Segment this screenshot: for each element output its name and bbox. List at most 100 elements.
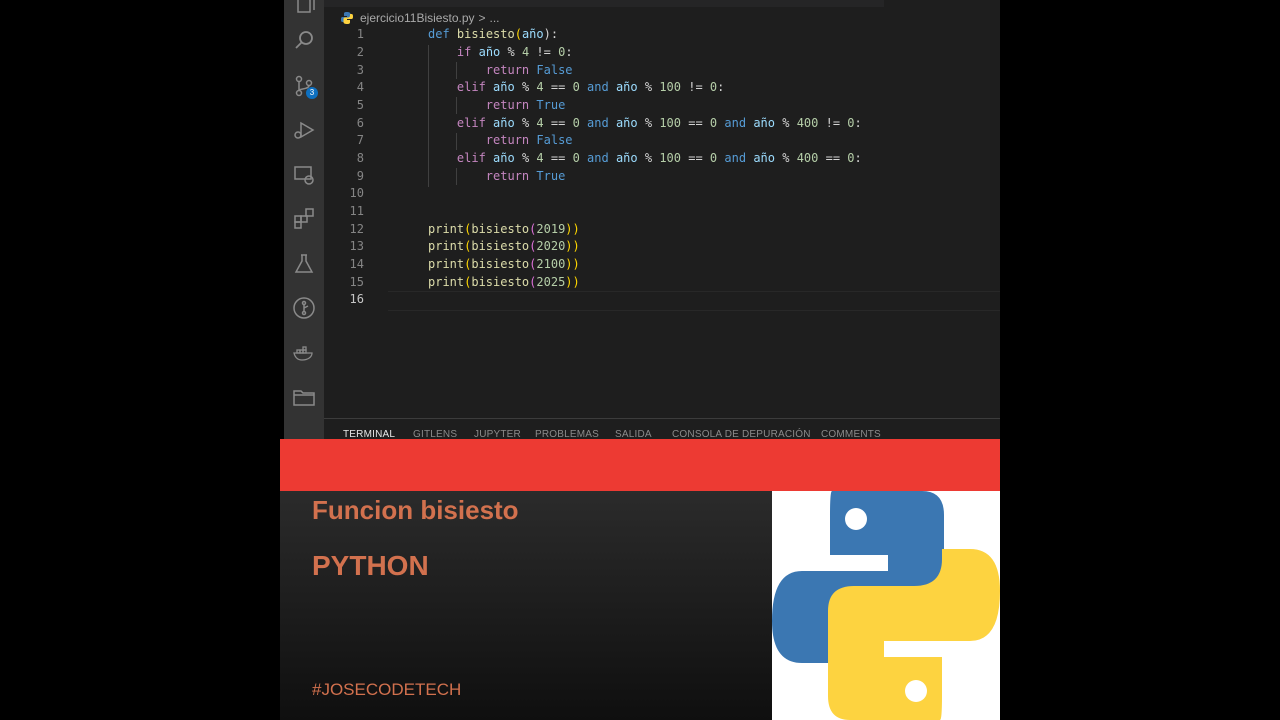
keyword-and: and [724,151,747,165]
number: 0 [572,116,580,130]
code-line-1: def bisiesto(año): [428,27,558,41]
number: 100 [659,116,682,130]
gitlens-icon[interactable] [292,296,316,320]
breadcrumb-separator: > [478,11,486,25]
number: 400 [796,151,819,165]
run-debug-icon[interactable] [292,118,316,142]
editor-tab-strip [324,0,884,7]
number: 0 [847,151,855,165]
code-line-2: if año % 4 != 0: [428,45,573,59]
constant: True [536,98,566,112]
function-call: bisiesto [471,222,530,236]
code-line-13: print(bisiesto(2020)) [428,239,580,253]
code-line-14: print(bisiesto(2100)) [428,257,580,271]
print-call: print [428,239,465,253]
function-call: bisiesto [471,275,530,289]
code-line-3: return False [428,63,573,77]
line-number: 2 [356,45,364,59]
operator: % [514,116,537,130]
variable: año [493,80,515,94]
number: 400 [796,116,819,130]
red-banner-bar [280,439,1000,491]
python-logo [772,491,1000,720]
line-number: 11 [349,204,364,218]
breadcrumb[interactable]: ejercicio11Bisiesto.py > ... [340,9,500,27]
line-number: 16 [349,292,364,306]
year-argument: 2100 [536,257,566,271]
operator: != [681,80,710,94]
code-line-7: return False [428,133,573,147]
line-number: 3 [356,63,364,77]
panel-tab-bar: TERMINAL GITLENS JUPYTER PROBLEMAS SALIDA CON… [324,418,1000,441]
line-number: 5 [356,98,364,112]
operator: % [500,45,522,59]
operator: % [637,80,660,94]
line-number: 4 [356,80,364,94]
breadcrumb-symbols[interactable]: ... [490,11,500,25]
colon: : [854,151,862,165]
operator: == [681,151,710,165]
keyword-and: and [587,80,609,94]
keyword-and: and [587,116,609,130]
parameter: año [521,27,544,41]
line-number: 13 [349,239,364,253]
number: 100 [659,80,682,94]
paren-close: )) [565,257,580,271]
colon: : [854,116,862,130]
testing-icon[interactable] [292,252,316,276]
operator: == [543,151,573,165]
remote-explorer-icon[interactable] [292,163,316,187]
variable: año [615,116,638,130]
keyword-def: def [428,27,450,41]
number: 0 [847,116,855,130]
number: 0 [572,80,580,94]
number: 0 [572,151,580,165]
keyword-if: if [456,45,472,59]
code-editor[interactable]: ejercicio11Bisiesto.py > ... def bisiest… [324,0,1000,418]
banner-title: Funcion bisiesto [312,495,519,525]
line-number: 15 [349,275,364,289]
variable: año [615,151,638,165]
current-line-highlight [388,291,1000,311]
search-icon[interactable] [292,28,316,52]
extensions-icon[interactable] [292,207,316,231]
python-file-icon [341,12,353,24]
keyword-and: and [587,151,609,165]
operator: % [514,151,537,165]
operator: == [543,116,573,130]
constant: True [536,169,566,183]
code-line-6: elif año % 4 == 0 and año % 100 == 0 and… [428,116,862,130]
explorer-icon[interactable] [292,0,316,16]
line-number: 6 [356,116,364,130]
colon: : [565,45,573,59]
variable: año [753,116,775,130]
keyword-return: return [485,169,530,183]
year-argument: 2020 [536,239,566,253]
operator: == [818,151,848,165]
code-line-9: return True [428,169,566,183]
year-argument: 2025 [536,275,566,289]
operator: != [818,116,848,130]
operator: % [514,80,537,94]
keyword-return: return [485,63,530,77]
python-logo-eye [845,508,867,530]
paren-close: )) [565,239,580,253]
line-number: 14 [349,257,364,271]
constant: False [536,63,573,77]
keyword-return: return [485,98,530,112]
variable: año [753,151,775,165]
code-line-12: print(bisiesto(2019)) [428,222,580,236]
keyword-elif: elif [456,116,486,130]
operator: == [681,116,710,130]
code-line-15: print(bisiesto(2025)) [428,275,580,289]
operator: % [775,116,797,130]
breadcrumb-file[interactable]: ejercicio11Bisiesto.py [360,11,475,25]
code-line-5: return True [428,98,566,112]
number: 100 [659,151,682,165]
folder-icon[interactable] [292,385,316,409]
line-number: 7 [356,133,364,147]
docker-icon[interactable] [292,340,316,364]
operator: % [775,151,797,165]
colon: : [717,80,725,94]
title-banner: Funcion bisiesto PYTHON #JOSECODETECH [280,491,772,720]
